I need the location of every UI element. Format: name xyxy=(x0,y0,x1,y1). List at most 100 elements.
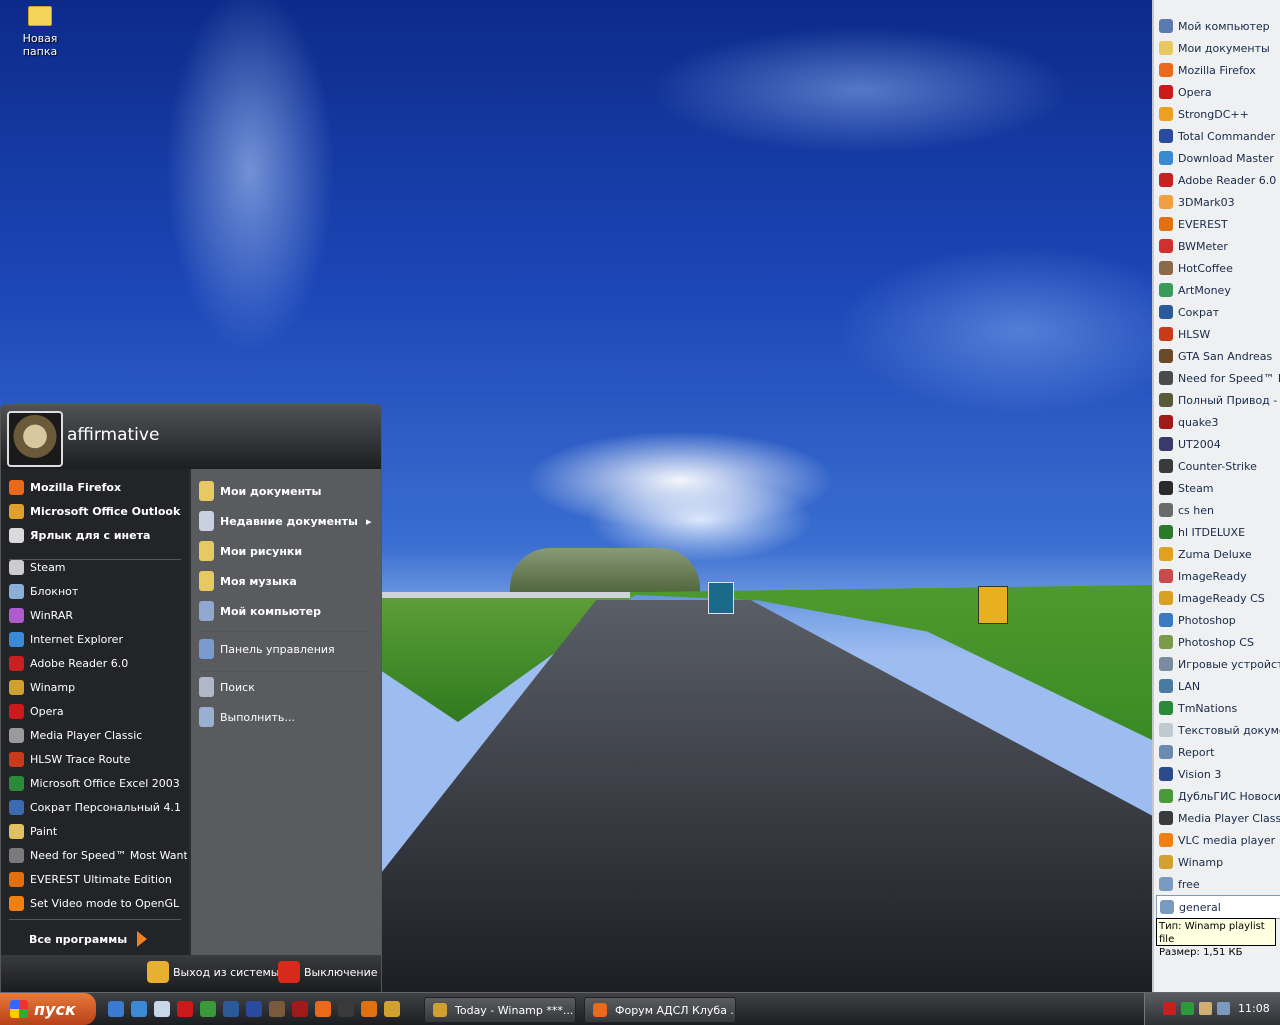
pictures-folder-icon xyxy=(199,541,214,561)
quicklaunch-item[interactable]: Need for Speed™ Mc xyxy=(1156,367,1280,389)
quicklaunch-item[interactable]: ImageReady CS xyxy=(1156,587,1280,609)
quicklaunch-item[interactable]: StrongDC++ xyxy=(1156,103,1280,125)
shortcut-icon xyxy=(1159,503,1173,517)
cs-icon[interactable] xyxy=(338,1001,354,1017)
start-menu-item[interactable]: Выполнить... xyxy=(199,704,377,730)
quicklaunch-item[interactable]: ArtMoney xyxy=(1156,279,1280,301)
taskbar-task-button[interactable]: Today - Winamp ***... xyxy=(424,997,576,1023)
start-button[interactable]: пуск xyxy=(0,993,96,1025)
start-menu-item[interactable]: Моя музыка xyxy=(199,568,377,594)
start-menu-item[interactable]: Mozilla Firefox xyxy=(9,476,187,498)
quicklaunch-item[interactable]: Полный Привод - УА xyxy=(1156,389,1280,411)
quicklaunch-item[interactable]: BWMeter xyxy=(1156,235,1280,257)
quicklaunch-item[interactable]: Zuma Deluxe xyxy=(1156,543,1280,565)
start-menu-item[interactable]: Internet Explorer xyxy=(9,628,187,650)
start-menu-item[interactable]: Winamp xyxy=(9,676,187,698)
start-menu-item[interactable]: Поиск xyxy=(199,674,377,700)
start-menu-item[interactable]: HLSW Trace Route xyxy=(9,748,187,770)
quicklaunch-item[interactable]: HLSW xyxy=(1156,323,1280,345)
quicklaunch-item[interactable]: Игровые устройства xyxy=(1156,653,1280,675)
start-menu-item[interactable]: WinRAR xyxy=(9,604,187,626)
quicklaunch-item[interactable]: general xyxy=(1156,895,1280,919)
start-menu-item[interactable]: Сократ Персональный 4.1 xyxy=(9,796,187,818)
quicklaunch-item[interactable]: VLC media player xyxy=(1156,829,1280,851)
socrat-icon[interactable] xyxy=(223,1001,239,1017)
taskbar-task-button[interactable]: Форум АДСЛ Клуба ... xyxy=(584,997,736,1023)
quicklaunch-item-label: Photoshop CS xyxy=(1178,635,1254,649)
start-menu-item[interactable]: Set Video mode to OpenGL xyxy=(9,892,187,914)
quicklaunch-item[interactable]: HotCoffee xyxy=(1156,257,1280,279)
quicklaunch-item[interactable]: EVEREST xyxy=(1156,213,1280,235)
speaker-icon[interactable] xyxy=(1163,1002,1176,1015)
start-menu-item[interactable]: Need for Speed™ Most Want... xyxy=(9,844,187,866)
shutdown-button[interactable]: Выключение xyxy=(278,961,378,983)
search-icon xyxy=(199,677,214,697)
start-menu-item[interactable]: Ярлык для с инета xyxy=(9,524,187,546)
utorrent-icon[interactable] xyxy=(200,1001,216,1017)
start-menu-item[interactable]: Adobe Reader 6.0 xyxy=(9,652,187,674)
gta-icon[interactable] xyxy=(269,1001,285,1017)
start-menu-item[interactable]: EVEREST Ultimate Edition xyxy=(9,868,187,890)
quicklaunch-item[interactable]: Photoshop CS xyxy=(1156,631,1280,653)
quicklaunch-item[interactable]: Photoshop xyxy=(1156,609,1280,631)
start-menu-item[interactable]: Microsoft Office Excel 2003 xyxy=(9,772,187,794)
quake-icon[interactable] xyxy=(292,1001,308,1017)
quicklaunch-item[interactable]: quake3 xyxy=(1156,411,1280,433)
quicklaunch-item[interactable]: Мой компьютер xyxy=(1156,15,1280,37)
quicklaunch-item[interactable]: Report xyxy=(1156,741,1280,763)
winamp-icon[interactable] xyxy=(384,1001,400,1017)
quicklaunch-item[interactable]: Мои документы xyxy=(1156,37,1280,59)
start-menu-item[interactable]: Paint xyxy=(9,820,187,842)
show-desktop-icon[interactable] xyxy=(108,1001,124,1017)
start-menu-item[interactable]: Мой компьютер xyxy=(199,598,377,624)
start-menu-item[interactable]: Блокнот xyxy=(9,580,187,602)
quicklaunch-item[interactable]: hl ITDELUXE xyxy=(1156,521,1280,543)
start-menu-item-label: Ярлык для с инета xyxy=(30,528,151,542)
quicklaunch-item[interactable]: Download Master xyxy=(1156,147,1280,169)
desktop-folder-new[interactable]: Новая папка xyxy=(4,6,76,58)
start-menu-item[interactable]: Панель управления xyxy=(199,636,377,662)
photoshop-cs-icon xyxy=(1159,635,1173,649)
floppy-icon[interactable] xyxy=(246,1001,262,1017)
firefox-icon[interactable] xyxy=(315,1001,331,1017)
quicklaunch-item[interactable]: Steam xyxy=(1156,477,1280,499)
quicklaunch-item[interactable]: free xyxy=(1156,873,1280,895)
pinned-separator xyxy=(9,559,181,560)
quicklaunch-item[interactable]: Media Player Classic xyxy=(1156,807,1280,829)
quicklaunch-item[interactable]: LAN xyxy=(1156,675,1280,697)
opera-icon[interactable] xyxy=(177,1001,193,1017)
quicklaunch-item[interactable]: Mozilla Firefox xyxy=(1156,59,1280,81)
start-menu-item[interactable]: Мои документы xyxy=(199,478,377,504)
info-icon[interactable] xyxy=(361,1001,377,1017)
start-menu-item[interactable]: Microsoft Office Outlook xyxy=(9,500,187,522)
all-programs-button[interactable]: Все программы xyxy=(29,931,148,947)
quicklaunch-item[interactable]: 3DMark03 xyxy=(1156,191,1280,213)
quicklaunch-item[interactable]: Opera xyxy=(1156,81,1280,103)
start-menu-item-label: Mozilla Firefox xyxy=(30,480,122,494)
start-menu-item-label: WinRAR xyxy=(30,608,74,622)
network-icon[interactable] xyxy=(1181,1002,1194,1015)
quicklaunch-item[interactable]: ImageReady xyxy=(1156,565,1280,587)
quicklaunch-item[interactable]: Vision 3 xyxy=(1156,763,1280,785)
start-menu-item[interactable]: Media Player Classic xyxy=(9,724,187,746)
keyboard-icon[interactable] xyxy=(1199,1002,1212,1015)
start-menu-item[interactable]: Opera xyxy=(9,700,187,722)
quicklaunch-item[interactable]: Total Commander xyxy=(1156,125,1280,147)
ie-icon[interactable] xyxy=(131,1001,147,1017)
quicklaunch-item[interactable]: ДубльГИС Новосиби xyxy=(1156,785,1280,807)
monitor-icon[interactable] xyxy=(1217,1002,1230,1015)
start-menu-item[interactable]: Недавние документы ▸ xyxy=(199,508,377,534)
quicklaunch-item[interactable]: Adobe Reader 6.0 xyxy=(1156,169,1280,191)
quicklaunch-item[interactable]: Counter-Strike xyxy=(1156,455,1280,477)
quicklaunch-item[interactable]: Текстовый докумен xyxy=(1156,719,1280,741)
quicklaunch-item[interactable]: UT2004 xyxy=(1156,433,1280,455)
start-menu-item[interactable]: Мои рисунки xyxy=(199,538,377,564)
quicklaunch-item[interactable]: Winamp xyxy=(1156,851,1280,873)
quicklaunch-item[interactable]: GTA San Andreas xyxy=(1156,345,1280,367)
notepad-icon[interactable] xyxy=(154,1001,170,1017)
avatar[interactable] xyxy=(7,411,63,467)
quicklaunch-item[interactable]: cs hen xyxy=(1156,499,1280,521)
quicklaunch-item[interactable]: Сократ xyxy=(1156,301,1280,323)
quicklaunch-item[interactable]: TmNations xyxy=(1156,697,1280,719)
logoff-button[interactable]: Выход из системы xyxy=(147,961,279,983)
